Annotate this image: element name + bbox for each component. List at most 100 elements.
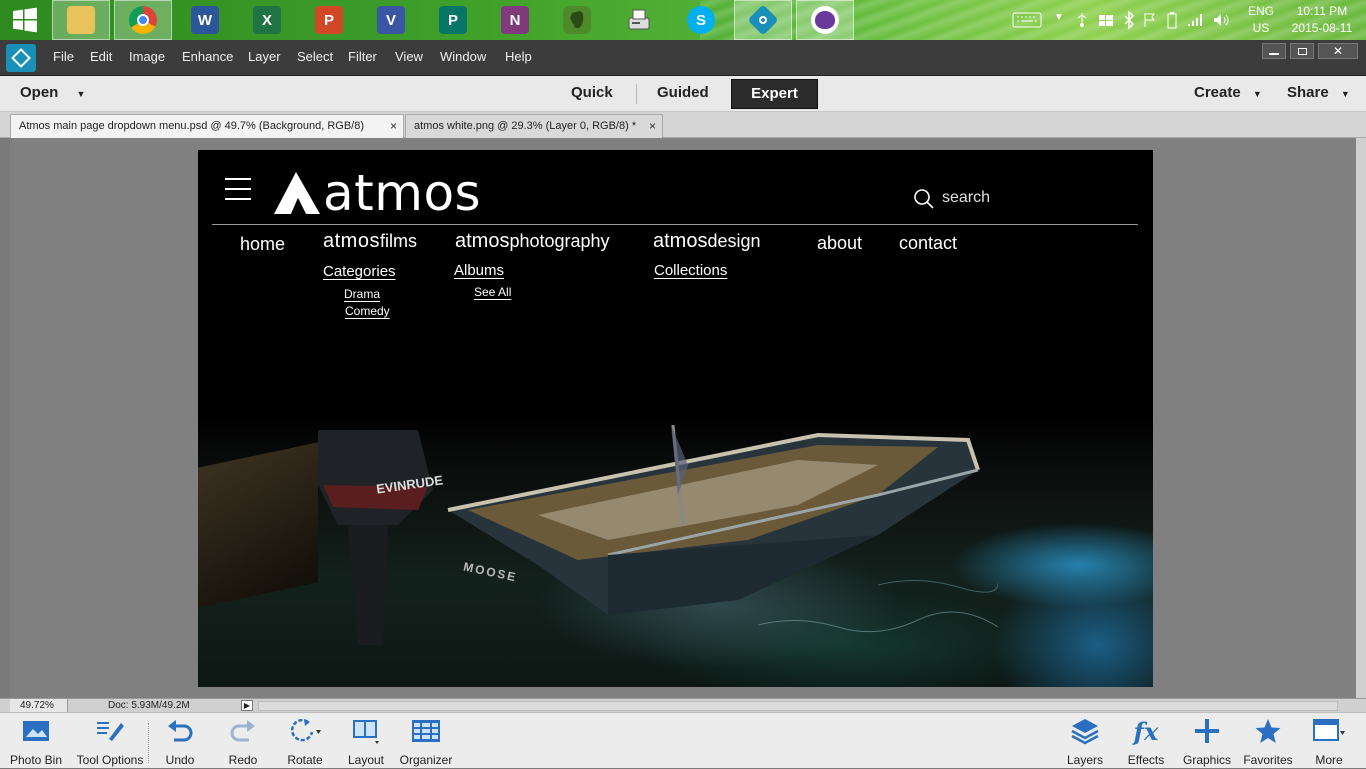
menu-help[interactable]: Help (505, 40, 532, 76)
share-button[interactable]: Share ▼ (1287, 76, 1350, 110)
taskbar-word[interactable]: W (176, 0, 234, 40)
films-comedy-link[interactable]: Comedy (345, 304, 390, 318)
menu-image[interactable]: Image (129, 40, 165, 76)
menu-window[interactable]: Window (440, 40, 486, 76)
taskbar-chrome[interactable] (114, 0, 172, 40)
tool-options-button[interactable]: Tool Options (74, 713, 146, 769)
menu-file[interactable]: File (53, 40, 74, 76)
taskbar-cat-app[interactable] (796, 0, 854, 40)
close-icon: ✕ (1332, 44, 1344, 58)
rotate-label: Rotate (287, 753, 323, 767)
create-label: Create (1194, 84, 1241, 101)
taskbar-publisher[interactable]: P (424, 0, 482, 40)
status-arrow-button[interactable]: ▶ (241, 700, 253, 711)
system-tray: ▼ (1010, 0, 1240, 40)
restore-button[interactable] (1290, 43, 1314, 59)
nav-films-prefix: atmos (323, 230, 380, 252)
create-dropdown-icon: ▼ (1252, 89, 1262, 99)
undo-button[interactable]: Undo (150, 713, 210, 769)
redo-button[interactable]: Redo (213, 713, 273, 769)
taskbar-visio[interactable]: V (362, 0, 420, 40)
nav-about[interactable]: about (817, 233, 862, 254)
search-icon[interactable] (913, 188, 935, 210)
taskbar-onenote[interactable]: N (486, 0, 544, 40)
taskbar-powerpoint[interactable]: P (300, 0, 358, 40)
more-button[interactable]: More (1299, 713, 1359, 769)
mode-quick-tab[interactable]: Quick (571, 76, 613, 110)
close-button[interactable]: ✕ (1318, 43, 1358, 59)
windows-logo-icon (13, 7, 37, 33)
nav-atmosdesign[interactable]: atmosdesign (653, 230, 761, 253)
start-button[interactable] (0, 0, 50, 40)
films-drama-link[interactable]: Drama (344, 287, 380, 301)
mode-guided-tab[interactable]: Guided (657, 76, 709, 110)
nav-atmosphotography[interactable]: atmosphotography (455, 230, 610, 253)
layout-label: Layout (347, 753, 385, 767)
doc-tab-atmos-psd[interactable]: Atmos main page dropdown menu.psd @ 49.7… (10, 114, 404, 138)
effects-label: Effects (1127, 753, 1165, 767)
films-categories-link[interactable]: Categories (323, 263, 396, 280)
open-label: Open (20, 84, 59, 101)
skype-icon: S (687, 6, 715, 34)
taskbar-photoshop-elements[interactable] (734, 0, 792, 40)
clock[interactable]: 10:11 PM 2015-08-11 (1284, 0, 1360, 40)
nav-home[interactable]: home (240, 234, 285, 255)
menu-filter[interactable]: Filter (348, 40, 377, 76)
organizer-button[interactable]: Organizer (396, 713, 456, 769)
design-collections-link[interactable]: Collections (654, 262, 727, 279)
photoshop-elements-icon (747, 4, 779, 36)
nav-atmosfilms[interactable]: atmosfilms (323, 230, 417, 253)
battery-icon[interactable] (1164, 11, 1180, 29)
language-indicator[interactable]: ENG US (1244, 0, 1278, 40)
document-canvas[interactable]: atmos search home atmosfilms atmosphotog… (198, 150, 1153, 687)
taskbar-excel[interactable]: X (238, 0, 296, 40)
photo-albums-link[interactable]: Albums (454, 262, 504, 279)
hamburger-menu-icon[interactable] (225, 178, 251, 200)
photo-see-all-link[interactable]: See All (474, 285, 511, 299)
layout-button[interactable]: Layout (336, 713, 396, 769)
doc-tab-atmos-white[interactable]: atmos white.png @ 29.3% (Layer 0, RGB/8)… (405, 114, 663, 138)
volume-icon[interactable] (1212, 12, 1230, 28)
signal-icon[interactable] (1186, 12, 1204, 28)
menu-enhance[interactable]: Enhance (182, 40, 233, 76)
layers-button[interactable]: Layers (1055, 713, 1115, 769)
flag-icon[interactable] (1142, 12, 1158, 28)
zoom-field[interactable]: 49.72% (10, 699, 68, 712)
windows-small-icon[interactable] (1098, 12, 1114, 28)
rotate-button[interactable]: Rotate (275, 713, 335, 769)
close-tab-icon[interactable]: × (649, 115, 656, 137)
evernote-icon (563, 6, 591, 34)
graphics-button[interactable]: Graphics (1177, 713, 1237, 769)
undo-label: Undo (165, 753, 195, 767)
photo-bin-button[interactable]: Photo Bin (6, 713, 66, 769)
organizer-label: Organizer (399, 753, 453, 767)
favorites-button[interactable]: Favorites (1238, 713, 1298, 769)
effects-button[interactable]: fx Effects (1116, 713, 1176, 769)
taskbar-fax[interactable] (610, 0, 668, 40)
nav-contact[interactable]: contact (899, 233, 957, 254)
horizontal-scrollbar[interactable] (258, 701, 1338, 711)
taskbar-evernote[interactable] (548, 0, 606, 40)
tray-expand-icon[interactable]: ▼ (1054, 12, 1064, 23)
menu-edit[interactable]: Edit (90, 40, 112, 76)
layers-label: Layers (1066, 753, 1104, 767)
vertical-scrollbar[interactable] (1356, 138, 1366, 698)
mode-expert-tab[interactable]: Expert (731, 79, 818, 109)
clock-time: 10:11 PM (1296, 4, 1348, 18)
taskbar-skype[interactable]: S (672, 0, 730, 40)
minimize-button[interactable] (1262, 43, 1286, 59)
usb-icon[interactable] (1074, 12, 1090, 28)
photo-bin-icon (23, 721, 49, 741)
menu-view[interactable]: View (395, 40, 423, 76)
taskbar-file-explorer[interactable] (52, 0, 110, 40)
open-button[interactable]: Open ▼ (20, 76, 85, 110)
site-search-input[interactable]: search (942, 189, 990, 207)
chrome-icon (129, 6, 157, 34)
menu-select[interactable]: Select (297, 40, 333, 76)
menu-layer[interactable]: Layer (248, 40, 281, 76)
close-tab-icon[interactable]: × (390, 115, 397, 137)
keyboard-icon[interactable] (1012, 12, 1042, 28)
bluetooth-icon[interactable] (1122, 10, 1136, 30)
create-button[interactable]: Create ▼ (1194, 76, 1262, 110)
effects-icon: fx (1133, 716, 1159, 746)
